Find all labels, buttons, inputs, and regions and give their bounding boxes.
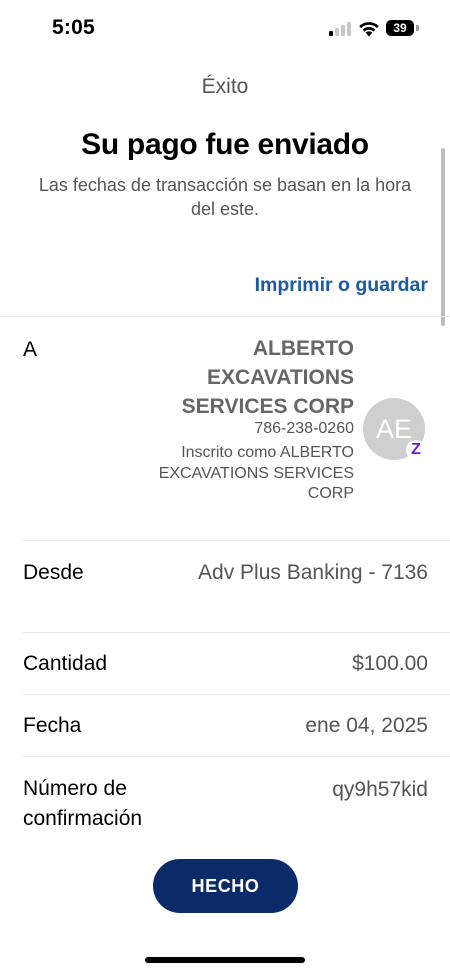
status-bar: 5:05 39 <box>0 0 450 58</box>
divider <box>23 694 450 695</box>
battery-icon: 39 <box>386 20 420 37</box>
amount-label: Cantidad <box>23 652 108 675</box>
divider <box>23 756 450 757</box>
confirmation-label: Número de confirmación <box>23 777 143 830</box>
battery-level: 39 <box>386 20 414 36</box>
scroll-indicator[interactable] <box>441 148 445 326</box>
recipient-name: ALBERTO EXCAVATIONS SERVICES CORP <box>181 337 354 418</box>
zelle-icon: Z <box>406 440 426 460</box>
page-title: Su pago fue enviado <box>81 128 369 161</box>
signal-icon <box>329 22 351 36</box>
amount-value: $100.00 <box>352 652 428 675</box>
print-or-save-link[interactable]: Imprimir o guardar <box>255 274 428 297</box>
recipient-enrolled-name: Inscrito como ALBERTO EXCAVATIONS SERVIC… <box>158 444 354 502</box>
nav-title: Éxito <box>201 75 249 98</box>
divider <box>0 316 450 317</box>
confirmation-number: qy9h57kid <box>332 778 428 801</box>
home-indicator[interactable] <box>145 957 305 963</box>
divider <box>23 540 450 541</box>
status-time: 5:05 <box>52 16 95 39</box>
divider <box>23 632 450 633</box>
recipient-phone: 786-238-0260 <box>254 420 354 437</box>
done-button[interactable]: HECHO <box>153 859 298 913</box>
page-subtitle: Las fechas de transacción se basan en la… <box>38 175 412 219</box>
date-label: Fecha <box>23 714 82 737</box>
recipient-label: A <box>23 338 38 361</box>
from-account-value: Adv Plus Banking - 7136 <box>198 561 428 584</box>
from-label: Desde <box>23 561 84 584</box>
date-value: ene 04, 2025 <box>305 714 428 737</box>
wifi-icon <box>359 22 379 37</box>
